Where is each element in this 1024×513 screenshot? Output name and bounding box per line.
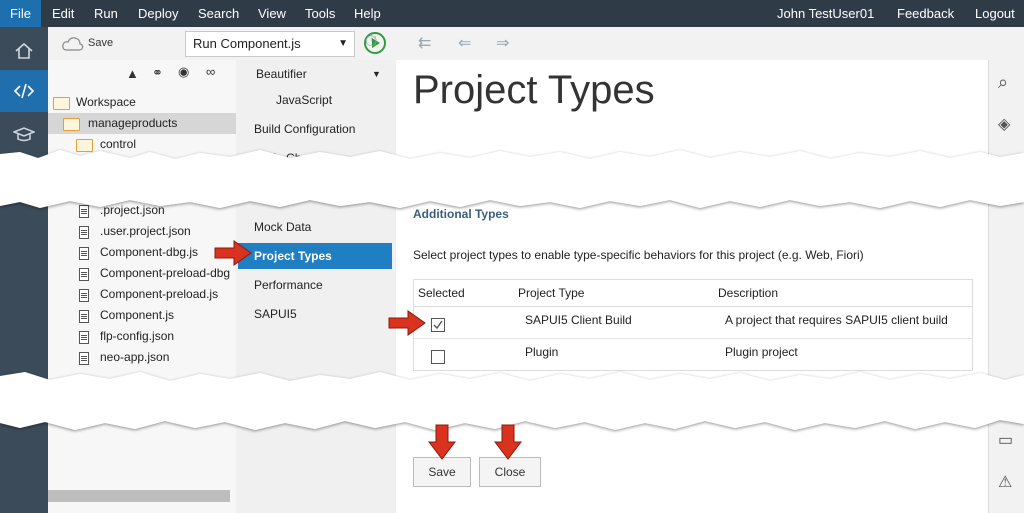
file-icon [79, 226, 89, 239]
menu-file[interactable]: File [0, 0, 41, 27]
nav-label: Project Types [254, 249, 332, 263]
user-name[interactable]: John TestUser01 [777, 0, 874, 27]
file-icon [79, 310, 89, 323]
menu-bar: File Edit Run Deploy Search View Tools H… [0, 0, 1024, 27]
nav-sapui5[interactable]: SAPUI5 [236, 300, 394, 328]
horizontal-scrollbar[interactable] [48, 490, 230, 502]
tree-item-label: .user.project.json [100, 224, 191, 238]
instructions-text: Select project types to enable type-spec… [413, 248, 864, 262]
tree-item-file[interactable]: Component-preload-dbg [48, 263, 236, 284]
menu-search[interactable]: Search [198, 0, 239, 27]
collapse-icon[interactable]: ▲ [126, 66, 139, 81]
tree-item-workspace[interactable]: Workspace [48, 92, 236, 113]
forward-icon[interactable]: ⇒ [496, 33, 509, 53]
chevron-down-icon: ▼ [338, 38, 348, 49]
link-icon[interactable]: ⚭ [152, 65, 163, 81]
callout-arrow-right-icon [388, 310, 426, 336]
callout-arrow-down-icon [428, 424, 456, 460]
run-configuration-select[interactable]: Run Component.js ▼ [185, 31, 355, 57]
logout-link[interactable]: Logout [975, 0, 1015, 27]
menu-help[interactable]: Help [354, 0, 381, 27]
chevron-down-icon: ▼ [372, 69, 381, 79]
nav-label: JavaScript [276, 93, 333, 107]
tree-item-label: Component-dbg.js [100, 245, 199, 259]
code-icon[interactable] [12, 79, 36, 103]
git-icon[interactable]: ◈ [998, 114, 1010, 134]
nav-label: Performance [254, 278, 323, 292]
right-sidebar: ⌕ ◈ ▭ ⚠ [988, 60, 1024, 513]
run-configuration-label: Run Component.js [193, 36, 301, 51]
tree-item-label: Component-preload.js [100, 287, 219, 301]
callout-arrow-down-icon [494, 424, 522, 460]
description-cell: A project that requires SAPUI5 client bu… [725, 313, 948, 327]
page-title: Project Types [413, 68, 655, 112]
search-icon[interactable]: ⌕ [998, 72, 1008, 93]
menu-run[interactable]: Run [94, 0, 118, 27]
menu-deploy[interactable]: Deploy [138, 0, 178, 27]
warning-icon[interactable]: ⚠ [998, 472, 1012, 492]
menu-edit[interactable]: Edit [52, 0, 74, 27]
tree-item-label: flp-config.json [100, 329, 175, 343]
column-header-selected: Selected [418, 286, 465, 300]
tree-item-manageproducts[interactable]: manageproducts [48, 113, 236, 134]
menu-tools[interactable]: Tools [305, 0, 335, 27]
nav-label: SAPUI5 [254, 307, 297, 321]
column-header-description: Description [718, 286, 779, 300]
file-icon [79, 247, 89, 260]
timer-icon[interactable]: ⏱ [365, 33, 377, 51]
back-icon[interactable]: ⇐ [458, 33, 471, 53]
settings-nav: Beautifier ▼ JavaScript Build Configurat… [236, 60, 397, 513]
menu-view[interactable]: View [258, 0, 286, 27]
file-icon [79, 331, 89, 344]
home-icon[interactable] [12, 39, 36, 63]
feedback-link[interactable]: Feedback [897, 0, 954, 27]
eye-icon[interactable]: ◉ [178, 64, 189, 80]
nav-build-configuration[interactable]: Build Configuration [236, 115, 394, 143]
tree-item-file[interactable]: Component-dbg.js [48, 242, 236, 263]
column-header-project-type: Project Type [518, 286, 585, 300]
nav-javascript[interactable]: JavaScript [236, 86, 394, 114]
table-row[interactable]: SAPUI5 Client Build A project that requi… [414, 306, 972, 338]
tree-item-file[interactable]: Component.js [48, 305, 236, 326]
tree-item-file[interactable]: Component-preload.js [48, 284, 236, 305]
tree-item-file[interactable]: .user.project.json [48, 221, 236, 242]
workspace-panel: ▲ ⚭ ◉ ∞ Workspace manageproducts control… [48, 60, 236, 513]
tree-item-label: Workspace [76, 95, 136, 109]
project-type-cell: SAPUI5 Client Build [525, 313, 632, 327]
project-types-table: Selected Project Type Description SAPUI5… [413, 279, 973, 371]
nav-label: Build Configuration [254, 122, 356, 136]
tree-item-label: Component.js [100, 308, 175, 322]
cloud-icon [61, 27, 85, 60]
tree-item-label: Component-preload-dbg [100, 266, 231, 280]
tree-item-label: manageproducts [88, 116, 178, 130]
selected-checkbox[interactable] [431, 318, 445, 332]
description-cell: Plugin project [725, 345, 798, 359]
tree-item-file[interactable]: flp-config.json [48, 326, 236, 347]
glasses-icon[interactable]: ∞ [206, 64, 215, 79]
file-icon [79, 289, 89, 302]
toolbar: Save Run Component.js ▼ ⏱ ⇇ ⇐ ⇒ [48, 27, 1024, 61]
nav-project-types[interactable]: Project Types [238, 243, 392, 269]
nav-beautifier[interactable]: Beautifier ▼ [236, 60, 394, 88]
nav-performance[interactable]: Performance [236, 271, 394, 299]
callout-arrow-right-icon [214, 240, 252, 266]
close-button[interactable]: Close [479, 457, 541, 487]
project-type-cell: Plugin [525, 345, 559, 359]
folder-icon [63, 118, 80, 131]
folder-icon [53, 97, 70, 110]
file-icon [79, 268, 89, 281]
save-button[interactable]: Save [413, 457, 471, 487]
nav-label: Beautifier [256, 67, 307, 81]
torn-paper-gap [0, 150, 1024, 208]
nav-mock-data[interactable]: Mock Data [236, 213, 394, 241]
nav-label: Mock Data [254, 220, 312, 234]
save-button[interactable]: Save [88, 27, 113, 60]
back-all-icon[interactable]: ⇇ [418, 33, 431, 53]
